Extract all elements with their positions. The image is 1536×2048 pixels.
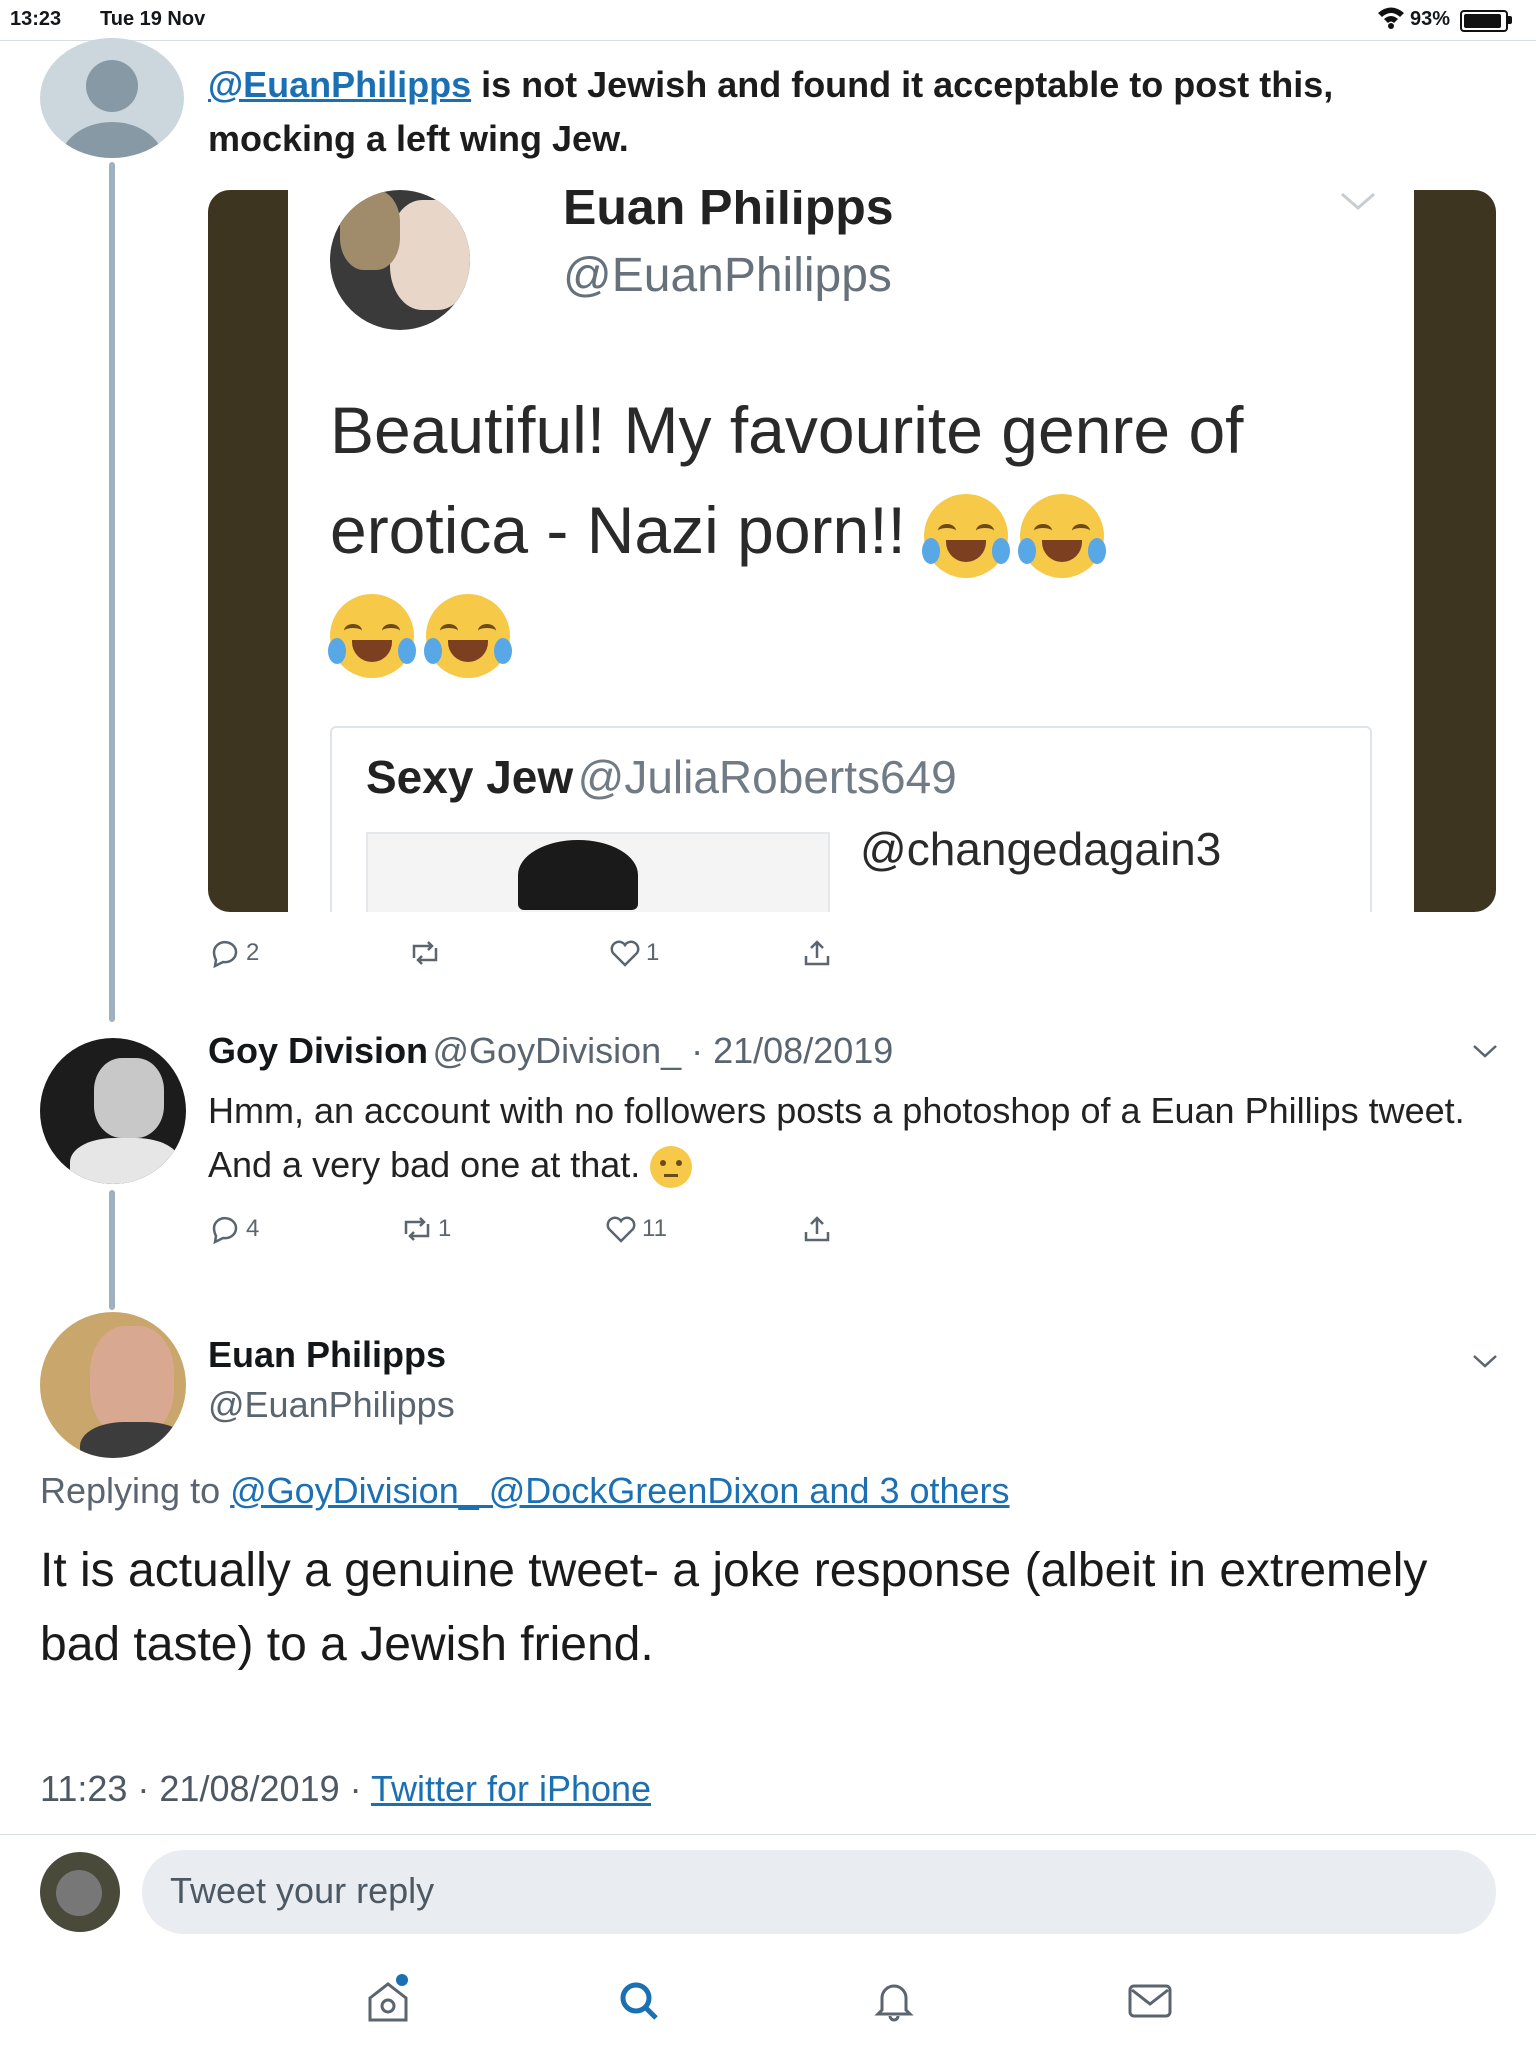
quoted-mention: @changedagain3 — [860, 823, 1222, 875]
quoted-image — [366, 832, 830, 912]
laughing-emoji-icon — [922, 493, 1011, 578]
laughing-emoji-icon — [328, 593, 416, 678]
mention-link[interactable]: @EuanPhilipps — [208, 64, 471, 105]
retweet-button[interactable]: 1 — [400, 1214, 451, 1244]
home-badge — [396, 1974, 408, 1986]
status-bar: 13:23 Tue 19 Nov 93% — [0, 0, 1536, 40]
divider — [0, 1834, 1536, 1835]
face-shape — [390, 200, 470, 310]
battery-icon — [1460, 10, 1508, 32]
like-button[interactable]: 11 — [604, 1214, 667, 1244]
retweet-button[interactable] — [408, 938, 442, 968]
user-handle[interactable]: @EuanPhilipps — [208, 1384, 455, 1426]
messages-icon — [1128, 1984, 1172, 2018]
battery-level — [1464, 14, 1501, 28]
tweet-text: Hmm, an account with no followers posts … — [208, 1084, 1468, 1192]
embedded-name: Euan Philipps — [563, 190, 894, 235]
timestamp-text: 11:23 · 21/08/2019 · — [40, 1768, 371, 1809]
embedded-handle: @EuanPhilipps — [563, 249, 892, 302]
divider — [0, 40, 1536, 41]
chevron-down-icon[interactable] — [1470, 1352, 1500, 1372]
avatar-head — [86, 60, 138, 112]
embedded-text-body: Beautiful! My favourite genre of erotica… — [330, 393, 1244, 567]
reply-count: 4 — [246, 1215, 260, 1242]
tweet-text-part: mocking a left wing Jew. — [208, 118, 629, 159]
chevron-down-icon — [1341, 192, 1375, 210]
quoted-tweet: Sexy Jew @JuliaRoberts649 @changedagain3 — [330, 726, 1372, 912]
share-button[interactable] — [800, 1214, 834, 1244]
replying-to-label: Replying to — [40, 1470, 231, 1511]
reply-button[interactable]: 2 — [208, 938, 259, 968]
user-name[interactable]: Euan Philipps — [208, 1334, 446, 1376]
retweet-count: 1 — [438, 1215, 452, 1242]
status-date: Tue 19 Nov — [100, 8, 206, 30]
embedded-text: Beautiful! My favourite genre of erotica… — [328, 380, 1390, 680]
reply-button[interactable]: 4 — [208, 1214, 259, 1244]
laughing-emoji-icon — [424, 593, 512, 678]
face-shape — [90, 1326, 174, 1436]
avatar[interactable] — [40, 1312, 186, 1458]
tweet-timestamp: 11:23 · 21/08/2019 · Twitter for iPhone — [40, 1768, 651, 1810]
screenshot-card: Euan Philipps @EuanPhilipps Beautiful! M… — [288, 190, 1414, 912]
tweet-header: Goy Division @GoyDivision_ · 21/08/2019 — [208, 1030, 893, 1072]
tab-notifications[interactable] — [866, 1972, 922, 2028]
tweet-actions: 2 1 — [208, 938, 908, 978]
quoted-header: Sexy Jew @JuliaRoberts649 — [366, 750, 957, 804]
face-shape — [94, 1058, 164, 1138]
thinking-face-icon — [650, 1146, 693, 1189]
like-count: 11 — [642, 1215, 667, 1242]
share-icon — [804, 1216, 830, 1242]
tab-bar — [0, 1960, 1536, 2048]
my-avatar[interactable] — [40, 1852, 120, 1932]
embedded-avatar — [330, 190, 470, 330]
like-count: 1 — [646, 939, 660, 966]
laughing-emoji-icon — [1018, 493, 1107, 578]
tweet-text: It is actually a genuine tweet- a joke r… — [40, 1544, 1428, 1671]
share-button[interactable] — [800, 938, 834, 968]
chevron-down-icon[interactable] — [1470, 1042, 1500, 1062]
like-button[interactable]: 1 — [608, 938, 659, 968]
reply-icon — [212, 940, 238, 968]
avatar[interactable] — [40, 1038, 186, 1184]
hair-shape — [340, 190, 400, 270]
reply-input[interactable]: Tweet your reply — [142, 1850, 1496, 1934]
avatar[interactable] — [40, 38, 184, 158]
status-time: 13:23 — [10, 8, 62, 30]
share-icon — [804, 940, 830, 966]
battery-tip — [1508, 16, 1512, 24]
user-name[interactable]: Goy Division — [208, 1030, 428, 1071]
handle-date: @GoyDivision_ · 21/08/2019 — [432, 1030, 894, 1071]
shirt-shape — [80, 1422, 186, 1458]
reply-icon — [212, 1216, 238, 1244]
search-icon — [620, 1982, 658, 2020]
retweet-icon — [404, 1217, 430, 1241]
tab-home[interactable] — [360, 1972, 416, 2028]
notifications-icon — [874, 1984, 914, 2022]
reply-placeholder: Tweet your reply — [170, 1870, 435, 1911]
reply-count: 2 — [246, 939, 260, 966]
replying-to-links[interactable]: @GoyDivision_ @DockGreenDixon and 3 othe… — [230, 1470, 1009, 1511]
heart-icon — [610, 940, 640, 967]
source-link[interactable]: Twitter for iPhone — [371, 1768, 651, 1809]
heart-icon — [606, 1216, 636, 1243]
tab-messages[interactable] — [1122, 1972, 1178, 2028]
thread-line — [109, 162, 115, 1022]
tweet-image[interactable]: Euan Philipps @EuanPhilipps Beautiful! M… — [208, 190, 1496, 912]
tweet-actions: 4 1 11 — [208, 1214, 908, 1254]
tweet-text-body: Hmm, an account with no followers posts … — [208, 1090, 1465, 1185]
avatar-body — [60, 122, 164, 158]
tab-search[interactable] — [612, 1972, 668, 2028]
replying-to: Replying to @GoyDivision_ @DockGreenDixo… — [40, 1470, 1010, 1512]
retweet-icon — [412, 941, 438, 965]
quoted-handle: @JuliaRoberts649 — [577, 751, 957, 803]
cap-shape — [518, 840, 638, 910]
tweet-text-part: is not Jewish and found it acceptable to… — [471, 64, 1334, 105]
avatar-shape — [56, 1870, 102, 1916]
wifi-icon — [1378, 7, 1404, 29]
shirt-shape — [70, 1138, 180, 1184]
thread-line — [109, 1190, 115, 1310]
tweet-text: @EuanPhilipps is not Jewish and found it… — [208, 58, 1508, 166]
battery-percent: 93% — [1410, 8, 1451, 30]
quoted-name: Sexy Jew — [366, 751, 574, 803]
